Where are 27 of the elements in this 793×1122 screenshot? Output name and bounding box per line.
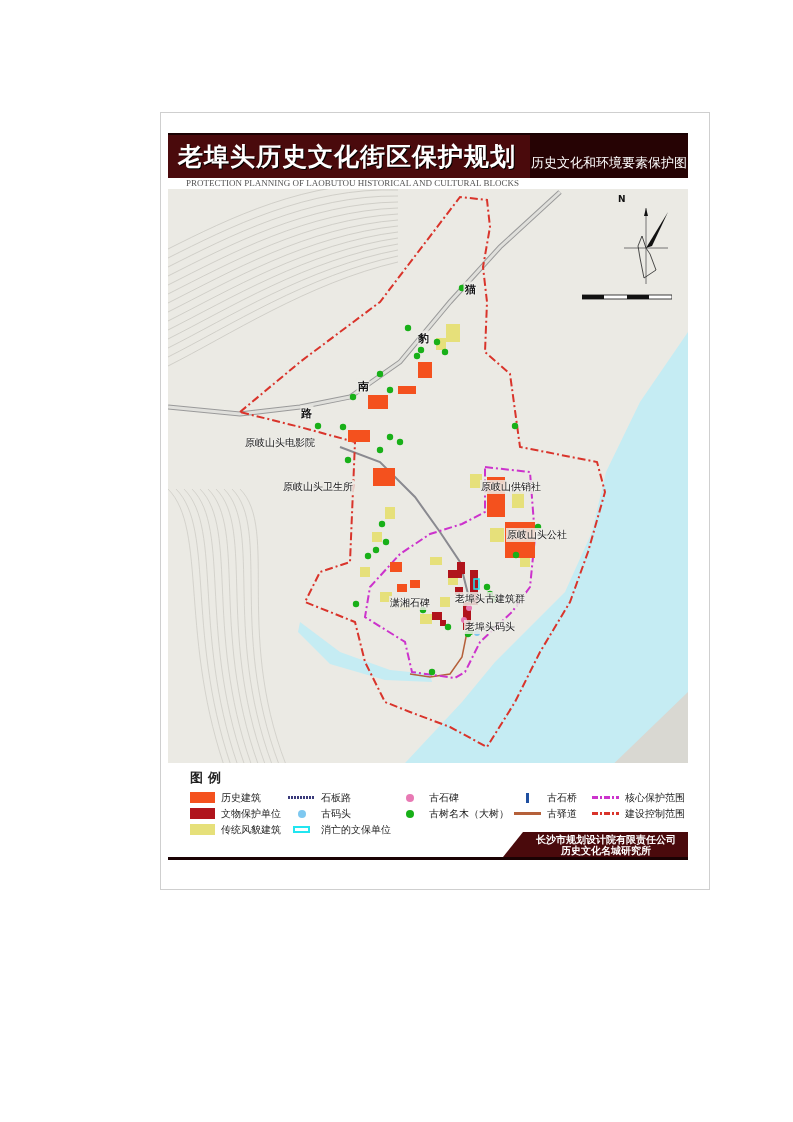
legend-label: 古石桥 bbox=[547, 790, 577, 805]
north-label: N bbox=[618, 194, 626, 204]
legend-label: 古驿道 bbox=[547, 806, 577, 821]
legend-label: 古树名木（大树） bbox=[429, 806, 509, 821]
map-subtitle: 历史文化和环境要素保护图 bbox=[530, 135, 688, 178]
legend-label: 古码头 bbox=[321, 806, 351, 821]
legend-label: 历史建筑 bbox=[221, 790, 261, 805]
legend-label: 古石碑 bbox=[429, 790, 459, 805]
place-label: 原岐山供销社 bbox=[480, 480, 543, 495]
legend-label: 石板路 bbox=[321, 790, 351, 805]
legend-title: 图 例 bbox=[190, 769, 222, 787]
place-label: 原岐山头电影院 bbox=[243, 436, 316, 450]
legend-label: 传统风貌建筑 bbox=[221, 822, 281, 837]
credit-text: 历史文化名城研究所 bbox=[560, 844, 651, 856]
legend-label: 消亡的文保单位 bbox=[321, 822, 391, 837]
legend-label: 文物保护单位 bbox=[221, 806, 281, 821]
poster-title: 老埠头历史文化街区保护规划 bbox=[177, 141, 517, 173]
legend-label: 建设控制范围 bbox=[625, 806, 685, 821]
place-label: 原岐山头卫生所 bbox=[281, 480, 354, 495]
place-label: 老埠头码头 bbox=[464, 620, 517, 635]
credit-text: 长沙市规划设计院有限责任公司 bbox=[535, 833, 676, 845]
road-label: 豹 bbox=[417, 330, 431, 346]
road-label: 路 bbox=[300, 405, 314, 421]
english-title: PROTECTION PLANNING OF LAOBUTOU HISTORICAL AND CULTURAL BLOCKS bbox=[185, 178, 520, 189]
road-label: 猫 bbox=[463, 281, 477, 297]
road-label: 南 bbox=[356, 378, 370, 394]
legend-label: 核心保护范围 bbox=[625, 790, 685, 805]
